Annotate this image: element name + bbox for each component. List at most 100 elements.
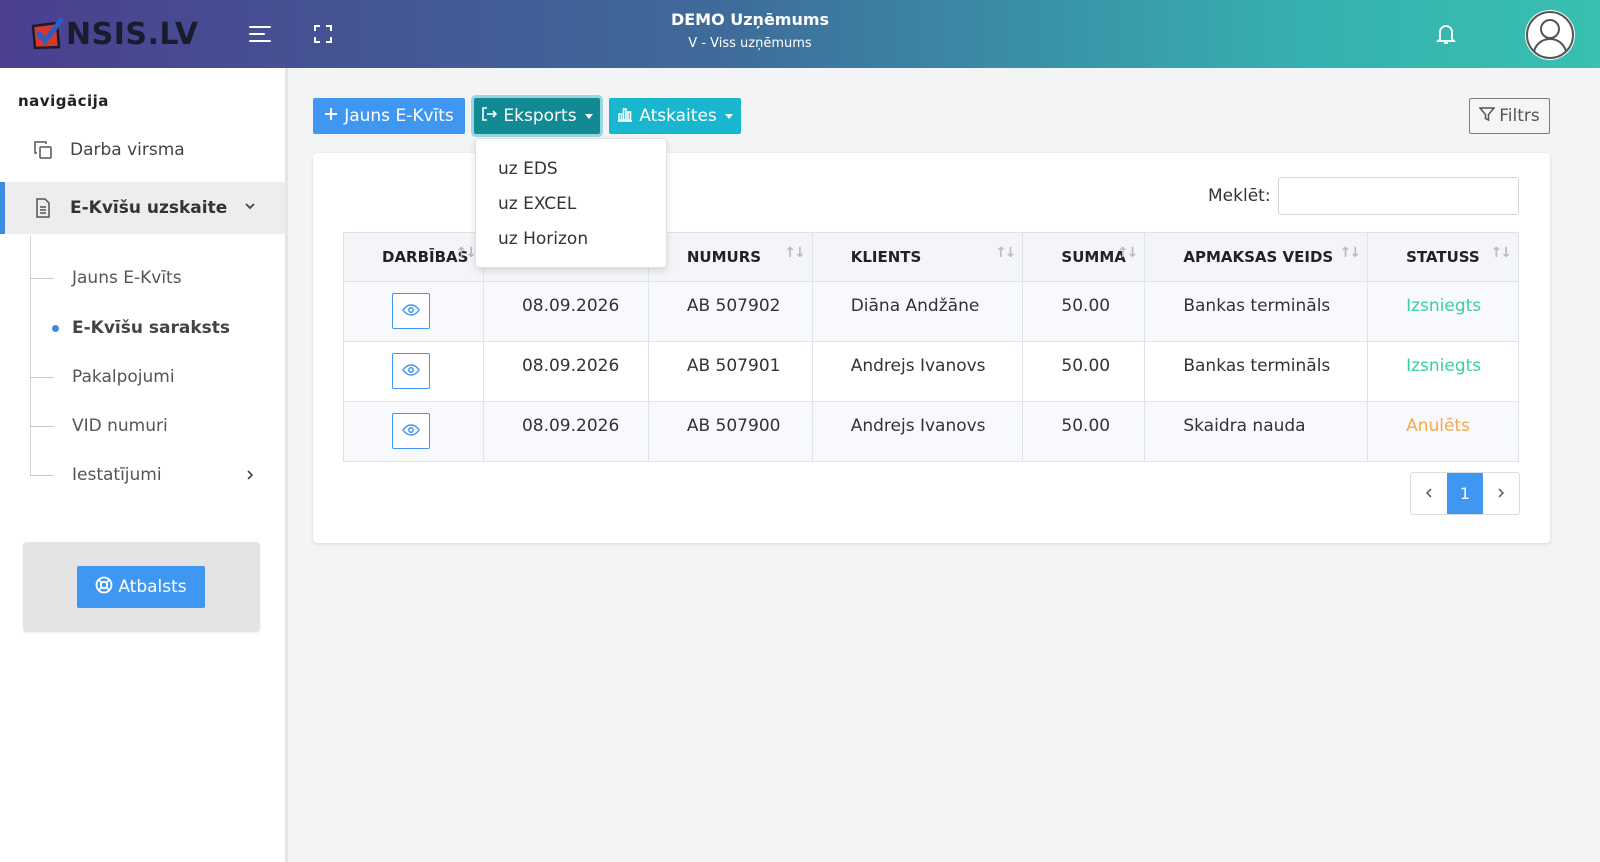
column-header-numurs[interactable]: NUMURS ↑↓ xyxy=(647,232,813,282)
copy-icon xyxy=(32,139,54,161)
search-label: Meklēt: xyxy=(1208,186,1271,206)
reports-dropdown-button[interactable]: Atskaites xyxy=(609,98,741,134)
sidebar-subitem-jauns[interactable]: Jauns E-Kvīts xyxy=(30,258,280,298)
bar-chart-icon xyxy=(617,106,633,127)
cell-client: Andrejs Ivanovs xyxy=(811,401,1024,462)
filter-button[interactable]: Filtrs xyxy=(1469,98,1550,134)
table-row: 08.09.2026 AB 507902 Diāna Andžāne 50.00… xyxy=(343,281,1519,342)
cell-number: AB 507901 xyxy=(647,341,813,402)
user-avatar[interactable] xyxy=(1525,10,1575,60)
sidebar-subitem-label: Jauns E-Kvīts xyxy=(72,268,182,288)
reports-label: Atskaites xyxy=(639,106,717,126)
view-button[interactable] xyxy=(392,353,430,389)
column-header-apmaksas-veids[interactable]: APMAKSAS VEIDS ↑↓ xyxy=(1144,232,1369,282)
menu-item-export-excel[interactable]: uz EXCEL xyxy=(498,194,576,214)
status-badge: Anulēts xyxy=(1367,401,1519,462)
sidebar-item-dashboard[interactable]: Darba virsma xyxy=(0,124,285,176)
sort-icon: ↑↓ xyxy=(1339,245,1362,261)
company-selector[interactable]: DEMO Uzņēmums V - Viss uzņēmums xyxy=(600,10,900,51)
pagination: 1 xyxy=(1410,472,1520,515)
column-header-statuss[interactable]: STATUSS ↑↓ xyxy=(1367,232,1519,282)
company-name: DEMO Uzņēmums xyxy=(670,10,830,29)
eye-icon xyxy=(402,361,420,381)
active-dot xyxy=(52,324,59,332)
menu-item-export-horizon[interactable]: uz Horizon xyxy=(498,229,588,249)
chevron-down-icon xyxy=(243,198,257,218)
status-badge: Izsniegts xyxy=(1367,341,1519,402)
sidebar-item-label: Darba virsma xyxy=(70,140,185,160)
chevron-left-icon xyxy=(1424,484,1434,503)
support-panel: Atbalsts xyxy=(23,542,260,632)
plus-icon xyxy=(324,106,338,126)
sidebar-subitem-vid[interactable]: VID numuri xyxy=(30,406,280,446)
view-button[interactable] xyxy=(392,413,430,449)
sidebar-subitem-label: Iestatījumi xyxy=(72,465,162,485)
bell-icon[interactable] xyxy=(1432,20,1460,48)
chevron-right-icon xyxy=(1496,484,1506,503)
cell-sum: 50.00 xyxy=(1022,341,1146,402)
top-header: NSIS.LV DEMO Uzņēmums V - Viss uzņēmums xyxy=(0,0,1600,68)
sort-icon: ↑↓ xyxy=(994,245,1017,261)
menu-item-export-eds[interactable]: uz EDS xyxy=(498,159,558,179)
sidebar-item-label: E-Kvīšu uzskaite xyxy=(70,198,228,218)
status-badge: Izsniegts xyxy=(1367,281,1519,342)
cell-client: Diāna Andžāne xyxy=(811,281,1024,342)
export-dropdown-menu: uz EDS uz EXCEL uz Horizon xyxy=(475,138,667,268)
eye-icon xyxy=(402,421,420,441)
cell-sum: 50.00 xyxy=(1022,401,1146,462)
search-input[interactable] xyxy=(1278,177,1519,215)
lifebuoy-icon xyxy=(95,576,113,599)
sort-icon: ↑↓ xyxy=(784,245,806,261)
page-button[interactable]: 1 xyxy=(1447,473,1483,514)
menu-toggle-icon[interactable] xyxy=(246,20,274,48)
caret-down-icon xyxy=(724,113,733,119)
filter-icon xyxy=(1478,106,1496,127)
company-division: V - Viss uzņēmums xyxy=(688,36,812,51)
next-page-button[interactable] xyxy=(1483,473,1519,514)
export-icon xyxy=(481,106,498,127)
cell-number: AB 507900 xyxy=(647,401,813,462)
eye-icon xyxy=(402,301,420,321)
sidebar-subitem-pakalpojumi[interactable]: Pakalpojumi xyxy=(30,357,280,397)
table-row: 08.09.2026 AB 507900 Andrejs Ivanovs 50.… xyxy=(343,401,1519,462)
column-header-summa[interactable]: SUMMA ↑↓ xyxy=(1022,232,1146,282)
export-dropdown-button[interactable]: Eksports xyxy=(474,98,600,134)
new-receipt-label: Jauns E-Kvīts xyxy=(344,106,454,126)
sort-icon: ↑↓ xyxy=(1116,245,1139,261)
view-button[interactable] xyxy=(392,293,430,329)
cell-date: 08.09.2026 xyxy=(482,401,649,462)
prev-page-button[interactable] xyxy=(1411,473,1447,514)
filter-label: Filtrs xyxy=(1499,106,1540,126)
document-icon xyxy=(32,197,54,219)
sidebar-subitem-saraksts[interactable]: E-Kvīšu saraksts xyxy=(30,308,280,348)
cell-sum: 50.00 xyxy=(1022,281,1146,342)
table-row: 08.09.2026 AB 507901 Andrejs Ivanovs 50.… xyxy=(343,341,1519,402)
sidebar-item-e-kvisu-uzskaite[interactable]: E-Kvīšu uzskaite xyxy=(0,182,285,234)
chevron-right-icon xyxy=(244,467,256,487)
logo-text: NSIS.LV xyxy=(66,16,199,52)
cell-payment: Bankas termināls xyxy=(1144,281,1369,342)
cell-payment: Skaidra nauda xyxy=(1144,401,1369,462)
cell-date: 08.09.2026 xyxy=(482,281,649,342)
column-header-darbibas[interactable]: DARBĪBAS ↑↓ xyxy=(343,232,484,282)
cell-payment: Bankas termināls xyxy=(1144,341,1369,402)
caret-down-icon xyxy=(584,113,593,119)
export-label: Eksports xyxy=(503,106,577,126)
nav-heading: navigācija xyxy=(18,92,109,110)
sidebar-subitem-label: E-Kvīšu saraksts xyxy=(72,318,231,338)
sidebar-subitem-label: VID numuri xyxy=(72,416,168,436)
fullscreen-icon[interactable] xyxy=(309,20,337,48)
logo-checkmark-icon xyxy=(30,17,64,51)
cell-date: 08.09.2026 xyxy=(482,341,649,402)
new-receipt-button[interactable]: Jauns E-Kvīts xyxy=(313,98,465,134)
support-button[interactable]: Atbalsts xyxy=(77,566,205,608)
sidebar-subitem-iestatijumi[interactable]: Iestatījumi xyxy=(30,455,280,495)
support-label: Atbalsts xyxy=(118,577,187,597)
cell-number: AB 507902 xyxy=(647,281,813,342)
column-header-klients[interactable]: KLIENTS ↑↓ xyxy=(811,232,1024,282)
sort-icon: ↑↓ xyxy=(455,245,477,261)
sidebar-subitem-label: Pakalpojumi xyxy=(72,367,175,387)
sort-icon: ↑↓ xyxy=(1490,245,1513,261)
sidebar: navigācija Darba virsma E-Kvīšu uzskaite… xyxy=(0,68,288,862)
logo[interactable]: NSIS.LV xyxy=(30,14,199,54)
